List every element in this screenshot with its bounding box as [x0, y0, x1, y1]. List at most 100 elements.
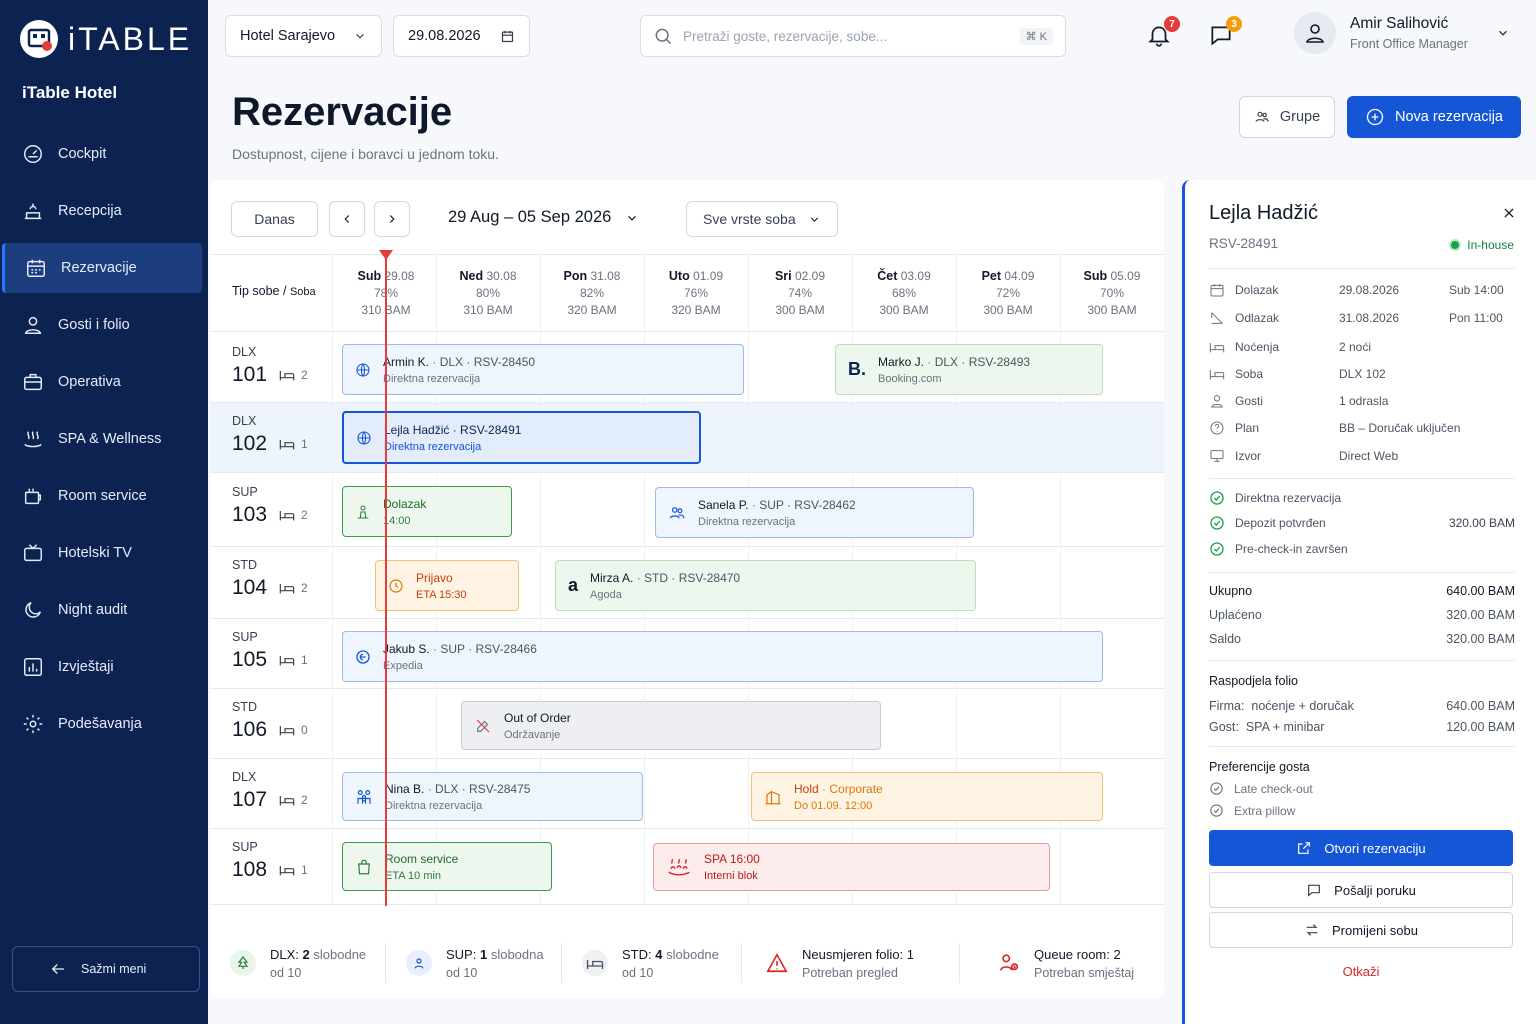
chevron-right-icon [389, 215, 395, 223]
prev-week-button[interactable] [329, 201, 365, 237]
booking-label: Room service [385, 851, 459, 866]
room-row-label[interactable]: SUP 108 1 [232, 840, 332, 882]
spa-block[interactable]: SPA 16:00 Interni blok [653, 843, 1050, 891]
room-type: STD [232, 558, 257, 572]
nav-item-izvjestaji[interactable]: Izvještaji [2, 642, 202, 692]
room-row-label[interactable]: STD 104 2 [232, 558, 332, 600]
date-picker[interactable]: 29.08.2026 [393, 15, 530, 57]
booking-sanela[interactable]: Sanela P. · SUP · RSV-28462 Direktna reze… [655, 487, 974, 538]
day-price: 300 BAM [983, 303, 1033, 317]
booking-guest: Nina B. [385, 781, 425, 796]
user-menu[interactable]: Amir Salihović Front Office Manager [1294, 12, 1510, 54]
nav-label: Recepcija [58, 203, 122, 219]
summary-queue-room[interactable]: Queue room: 2 Potreban smještaj [960, 943, 1160, 983]
notifications-button[interactable]: 7 [1146, 16, 1180, 52]
today-button[interactable]: Danas [231, 201, 318, 237]
booking-armin[interactable]: Armin K. · DLX · RSV-28450 Direktna rezer… [342, 344, 744, 395]
divider [210, 331, 1164, 332]
brand[interactable]: iTABLE [20, 20, 192, 58]
total-row: Ukupno 640.00 BAM [1209, 584, 1515, 598]
day-header[interactable]: Ned 30.08 80% 310 BAM [436, 268, 540, 319]
chevron-down-icon [1498, 30, 1507, 36]
open-reservation-button[interactable]: Otvori rezervaciju [1209, 830, 1513, 866]
room-row-label[interactable]: STD 106 0 [232, 700, 332, 742]
new-reservation-button[interactable]: Nova rezervacija [1347, 96, 1521, 138]
nav-item-hotelski-tv[interactable]: Hotelski TV [2, 528, 202, 578]
globe-icon [357, 430, 371, 445]
spa-stones-icon [668, 858, 690, 876]
room-row-label[interactable]: DLX 102 1 [232, 414, 332, 456]
hotel-select[interactable]: Hotel Sarajevo [225, 15, 382, 57]
nav-item-gosti[interactable]: Gosti i folio [2, 300, 202, 350]
room-row-label[interactable]: DLX 107 2 [232, 770, 332, 812]
day-occupancy: 76% [683, 286, 709, 300]
user-icon [1306, 24, 1324, 43]
booking-lejla-selected[interactable]: Lejla Hadžić · RSV-28491 Direktna rezerva… [342, 411, 701, 464]
divider [210, 688, 1164, 689]
summary-std[interactable]: STD: 4 slobodne od 10 [562, 943, 742, 983]
groups-button[interactable]: Grupe [1239, 96, 1335, 138]
day-header[interactable]: Sub 05.09 70% 300 BAM [1060, 268, 1164, 319]
nav-item-recepcija[interactable]: Recepcija [2, 186, 202, 236]
day-header[interactable]: Uto 01.09 76% 320 BAM [644, 268, 748, 319]
balance-value: 320.00 BAM [1446, 632, 1515, 646]
maintenance-icon [476, 719, 490, 732]
bed-count: 0 [301, 723, 308, 737]
booking-com-logo: B. [848, 359, 866, 379]
next-week-button[interactable] [374, 201, 410, 237]
summary-unassigned-folio[interactable]: Neusmjeren folio: 1 Potreban pregled [742, 943, 960, 983]
divider [210, 904, 1164, 905]
warning-icon [766, 953, 788, 973]
messages-button[interactable]: 3 [1208, 16, 1242, 52]
send-message-button[interactable]: Pošalji poruku [1209, 872, 1513, 908]
collapse-menu-button[interactable]: Sažmi meni [12, 946, 200, 992]
nav-item-podesavanja[interactable]: Podešavanja [2, 699, 202, 749]
detail-label: Noćenja [1235, 340, 1280, 354]
detail-label: Odlazak [1235, 311, 1280, 325]
room-row-label[interactable]: DLX 101 2 [232, 345, 332, 387]
out-of-order-block[interactable]: Out of Order Održavanje [461, 701, 881, 750]
summary-dlx[interactable]: DLX: 2 slobodne od 10 [210, 943, 386, 983]
chevron-down-icon [356, 33, 364, 39]
detail-value: Direct Web [1339, 449, 1399, 463]
day-header[interactable]: Pet 04.09 72% 300 BAM [956, 268, 1060, 319]
nav-item-operativa[interactable]: Operativa [2, 357, 202, 407]
room-row-label[interactable]: SUP 105 1 [232, 630, 332, 672]
nav-item-cockpit[interactable]: Cockpit [2, 129, 202, 179]
day-header[interactable]: Čet 03.09 68% 300 BAM [852, 268, 956, 319]
day-header[interactable]: Sri 02.09 74% 300 BAM [748, 268, 852, 319]
booking-marko[interactable]: B. Marko J. · DLX · RSV-28493 Booking.com [835, 344, 1103, 395]
booking-jakub[interactable]: Jakub S. · SUP · RSV-28466 Expedia [342, 631, 1103, 682]
room-type-filter[interactable]: Sve vrste soba [686, 201, 838, 237]
day-date: 01.09 [693, 269, 724, 283]
hold-block[interactable]: Hold · Corporate Do 01.09. 12:00 [751, 772, 1103, 821]
room-service-block[interactable]: Room service ETA 10 min [342, 842, 552, 891]
summary-sup[interactable]: SUP: 1 slobodna od 10 [386, 943, 562, 983]
room-row-label[interactable]: SUP 103 2 [232, 485, 332, 527]
checkin-block[interactable]: Prijavo ETA 15:30 [375, 560, 519, 611]
change-room-button[interactable]: Promijeni sobu [1209, 912, 1513, 948]
nav-item-room-service[interactable]: Room service [2, 471, 202, 521]
date-range-select[interactable]: 29 Aug – 05 Sep 2026 [448, 208, 639, 227]
day-occupancy: 80% [475, 286, 501, 300]
room-number: 107 [232, 788, 268, 811]
detail-label: Dolazak [1235, 283, 1279, 297]
search-input[interactable]: Pretraži goste, rezervacije, sobe... ⌘ K [640, 15, 1066, 57]
bed-icon [582, 950, 608, 976]
booking-nina[interactable]: Nina B. · DLX · RSV-28475 Direktna rezerv… [342, 772, 643, 821]
nav-item-spa[interactable]: SPA & Wellness [2, 414, 202, 464]
users-icon [669, 506, 685, 519]
nav-label: Operativa [58, 374, 121, 390]
folio-row: Gost: SPA + minibar 120.00 BAM [1209, 720, 1515, 734]
day-header[interactable]: Pon 31.08 82% 320 BAM [540, 268, 644, 319]
nav-item-night-audit[interactable]: Night audit [2, 585, 202, 635]
close-icon[interactable] [1502, 206, 1516, 220]
arrival-block[interactable]: Dolazak 14:00 [342, 486, 512, 537]
itable-logo-icon [20, 20, 58, 58]
cancel-reservation-link[interactable]: Otkaži [1209, 964, 1513, 979]
room-type: DLX [232, 345, 257, 359]
preferences-title: Preferencije gosta [1209, 760, 1515, 774]
nav-item-rezervacije[interactable]: Rezervacije [2, 243, 202, 293]
booking-meta: DLX · RSV-28493 [934, 354, 1031, 369]
booking-mirza[interactable]: a Mirza A. · STD · RSV-28470 Agoda [555, 560, 976, 611]
